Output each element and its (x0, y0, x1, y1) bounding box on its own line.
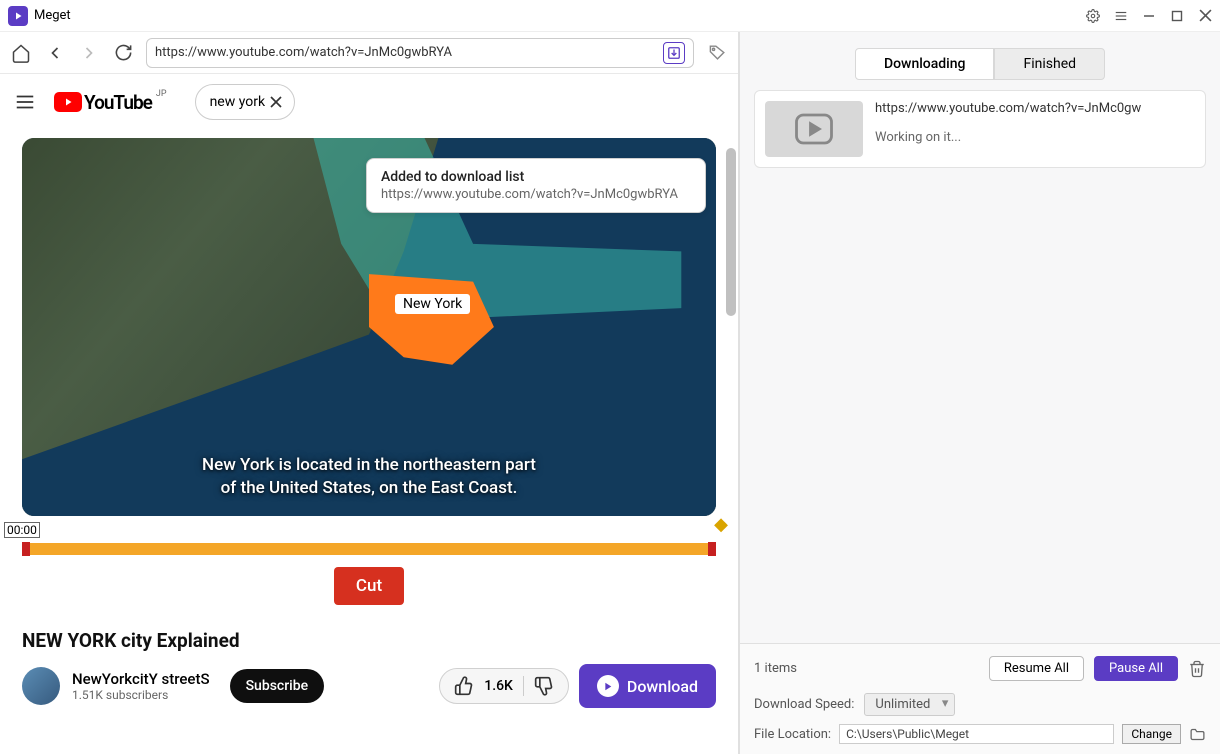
channel-avatar[interactable] (22, 667, 60, 705)
forward-icon (78, 42, 100, 64)
resume-all-button[interactable]: Resume All (989, 656, 1084, 681)
youtube-search[interactable] (195, 84, 295, 120)
speed-select[interactable]: Unlimited (864, 693, 955, 716)
url-input[interactable] (155, 45, 663, 60)
app-title: Meget (34, 8, 71, 23)
cut-button[interactable]: Cut (334, 567, 404, 605)
tab-downloading[interactable]: Downloading (855, 48, 995, 80)
settings-icon[interactable] (1086, 9, 1100, 23)
clear-search-icon[interactable] (266, 92, 286, 112)
trim-time: 00:00 (4, 522, 40, 538)
download-tabs: Downloading Finished (740, 32, 1220, 90)
video-title: NEW YORK city Explained (22, 629, 716, 652)
youtube-logo[interactable]: YouTube JP (54, 91, 165, 114)
home-icon[interactable] (10, 42, 32, 64)
channel-subs: 1.51K subscribers (72, 688, 210, 702)
tab-finished[interactable]: Finished (994, 48, 1105, 80)
minimize-button[interactable] (1142, 9, 1156, 23)
trim-handle-start[interactable] (22, 542, 30, 556)
downloads-pane: Downloading Finished https://www.youtube… (740, 32, 1220, 754)
youtube-logo-text: YouTube (84, 91, 152, 114)
url-bar[interactable] (146, 38, 694, 68)
trim-bar[interactable] (22, 543, 716, 557)
speed-label: Download Speed: (754, 697, 854, 712)
map-label: New York (395, 294, 470, 314)
like-count: 1.6K (484, 678, 513, 694)
titlebar: Meget (0, 0, 1220, 32)
trim-handle-end[interactable] (708, 542, 716, 556)
browser-pane: YouTube JP Added to download list https:… (0, 32, 740, 754)
items-count: 1 items (754, 661, 797, 676)
back-icon[interactable] (44, 42, 66, 64)
save-url-icon[interactable] (663, 42, 685, 64)
app-icon (8, 6, 28, 26)
download-button[interactable]: Download (579, 664, 716, 708)
youtube-region: JP (156, 89, 167, 99)
channel-name[interactable]: NewYorkcitY streetS (72, 670, 210, 688)
subscribe-button[interactable]: Subscribe (230, 669, 325, 703)
download-thumbnail (765, 101, 863, 157)
youtube-search-input[interactable] (210, 94, 266, 110)
pause-all-button[interactable]: Pause All (1094, 656, 1178, 681)
maximize-button[interactable] (1170, 9, 1184, 23)
download-label: Download (627, 677, 698, 696)
download-item[interactable]: https://www.youtube.com/watch?v=JnMc0gw … (754, 90, 1206, 168)
menu-icon[interactable] (1114, 9, 1128, 23)
location-input[interactable] (839, 724, 1114, 744)
hamburger-icon[interactable] (14, 91, 36, 113)
like-dislike-pill: 1.6K (439, 668, 569, 704)
trash-icon[interactable] (1188, 660, 1206, 678)
nav-bar (0, 32, 738, 74)
dislike-icon[interactable] (534, 676, 554, 696)
download-toast: Added to download list https://www.youtu… (366, 158, 706, 213)
download-status: Working on it... (875, 130, 1195, 145)
open-folder-icon[interactable] (1189, 726, 1206, 743)
location-label: File Location: (754, 727, 831, 742)
toast-title: Added to download list (381, 169, 691, 185)
scrollbar[interactable] (726, 148, 736, 316)
download-url: https://www.youtube.com/watch?v=JnMc0gw (875, 101, 1195, 116)
close-button[interactable] (1198, 9, 1212, 23)
like-icon[interactable] (454, 676, 474, 696)
change-location-button[interactable]: Change (1122, 724, 1181, 744)
trim-marker-icon: ◆ (714, 522, 728, 528)
youtube-page: YouTube JP Added to download list https:… (0, 74, 738, 754)
toast-url: https://www.youtube.com/watch?v=JnMc0gwb… (381, 187, 691, 202)
download-icon (597, 675, 619, 697)
reload-icon[interactable] (112, 42, 134, 64)
tag-icon[interactable] (706, 42, 728, 64)
subtitle: New York is located in the northeastern … (98, 454, 639, 500)
